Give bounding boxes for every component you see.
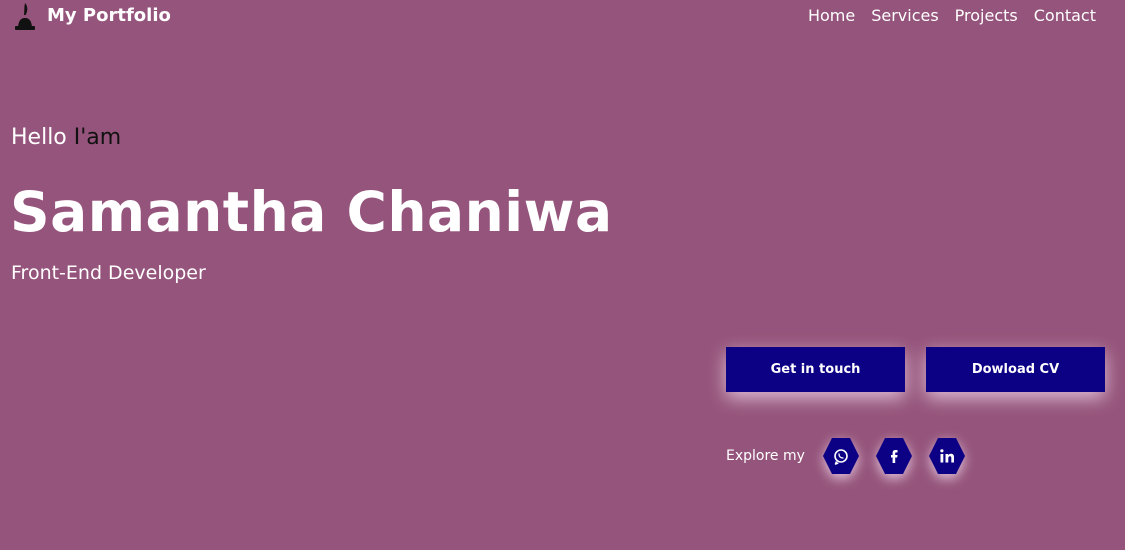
whatsapp-link[interactable] xyxy=(822,437,860,475)
whatsapp-icon xyxy=(823,438,859,474)
logo-text: My Portfolio xyxy=(47,5,171,26)
hero-role: Front-End Developer xyxy=(11,262,206,284)
greeting-accent: I'am xyxy=(73,125,122,150)
greeting: Hello I'am xyxy=(11,124,121,152)
hero-name: Samantha Chaniwa xyxy=(10,180,613,244)
logo[interactable]: My Portfolio xyxy=(12,2,171,30)
nav-link-contact[interactable]: Contact xyxy=(1034,5,1096,27)
facebook-link[interactable] xyxy=(875,437,913,475)
linkedin-icon xyxy=(929,438,965,474)
get-in-touch-button[interactable]: Get in touch xyxy=(726,347,905,392)
explore-label: Explore my xyxy=(726,448,805,464)
facebook-icon xyxy=(876,438,912,474)
linkedin-link[interactable] xyxy=(928,437,966,475)
download-cv-button[interactable]: Dowload CV xyxy=(926,347,1105,392)
greeting-hello: Hello xyxy=(11,125,67,150)
navbar: My Portfolio Home Services Projects Cont… xyxy=(0,0,1125,34)
quill-ink-icon xyxy=(12,2,38,30)
nav-link-projects[interactable]: Projects xyxy=(955,5,1018,27)
nav-links: Home Services Projects Contact xyxy=(808,5,1096,27)
nav-link-services[interactable]: Services xyxy=(871,5,938,27)
nav-link-home[interactable]: Home xyxy=(808,5,855,27)
